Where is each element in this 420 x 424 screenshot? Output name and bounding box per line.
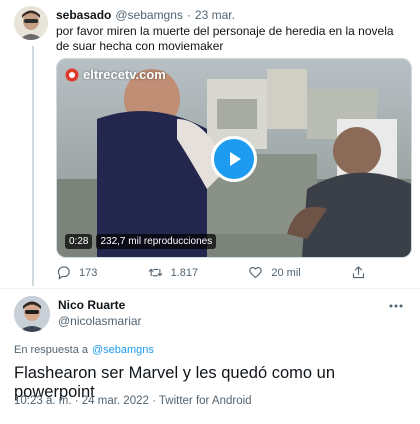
video-duration: 0:28 (65, 234, 93, 249)
avatar-nico-ruarte[interactable] (14, 296, 50, 332)
reply-count: 173 (79, 266, 98, 279)
handle[interactable]: @nicolasmariar (58, 314, 142, 328)
avatar-sebasado[interactable] (14, 6, 48, 40)
retweet-icon (148, 268, 162, 277)
video-player[interactable]: eltrecetv.com 0:28 232,7 mil reproduccio… (56, 58, 412, 258)
heart-icon (249, 266, 263, 279)
share-icon (352, 266, 365, 279)
more-icon (389, 304, 403, 308)
share-button[interactable] (351, 265, 366, 280)
reply-button[interactable]: 173 (56, 265, 97, 280)
more-options-button[interactable] (388, 298, 404, 319)
eltrece-logo-icon (65, 68, 79, 81)
tweet-date[interactable]: 23 mar. (195, 8, 235, 22)
divider (0, 288, 420, 289)
play-icon (230, 152, 241, 166)
reply-prefix: En respuesta a (14, 344, 88, 356)
video-watermark: eltrecetv.com (83, 67, 166, 82)
retweet-count: 1.817 (170, 266, 199, 279)
tweet-text: por favor miren la muerte del personaje … (56, 24, 394, 53)
handle[interactable]: @sebamgns (115, 8, 183, 22)
video-views: 232,7 mil reproducciones (96, 234, 217, 249)
thread-line (32, 46, 34, 286)
retweet-button[interactable]: 1.817 (148, 265, 199, 280)
like-button[interactable]: 20 mil (248, 265, 301, 280)
like-count: 20 mil (271, 266, 301, 279)
play-button[interactable] (211, 136, 257, 182)
tweet-meta[interactable]: 10:23 a. m. · 24 mar. 2022 · Twitter for… (14, 395, 252, 407)
reply-icon (57, 266, 70, 280)
separator: · (186, 8, 191, 22)
display-name[interactable]: Nico Ruarte (58, 298, 125, 312)
display-name[interactable]: sebasado (56, 8, 111, 22)
reply-to-link[interactable]: @sebamgns (92, 344, 154, 356)
